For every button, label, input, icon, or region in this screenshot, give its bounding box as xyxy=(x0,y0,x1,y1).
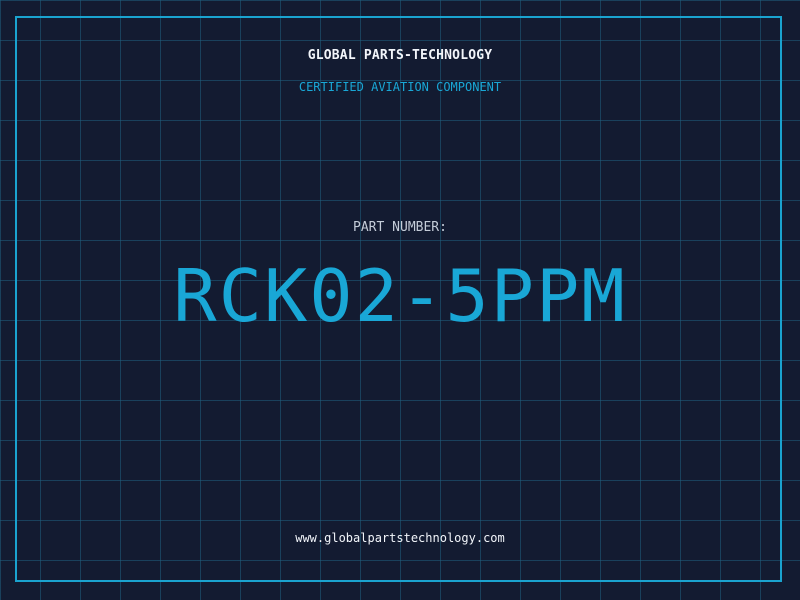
certification-subtitle: CERTIFIED AVIATION COMPONENT xyxy=(298,80,502,94)
website-text: www.globalpartstechnology.com xyxy=(295,531,505,545)
part-number-label: PART NUMBER: xyxy=(353,220,447,235)
part-number-value: RCK02-5PPM xyxy=(173,254,627,338)
part-card: GLOBAL PARTS-TECHNOLOGY CERTIFIED AVIATI… xyxy=(0,0,800,600)
brand-title: GLOBAL PARTS-TECHNOLOGY xyxy=(307,48,493,63)
